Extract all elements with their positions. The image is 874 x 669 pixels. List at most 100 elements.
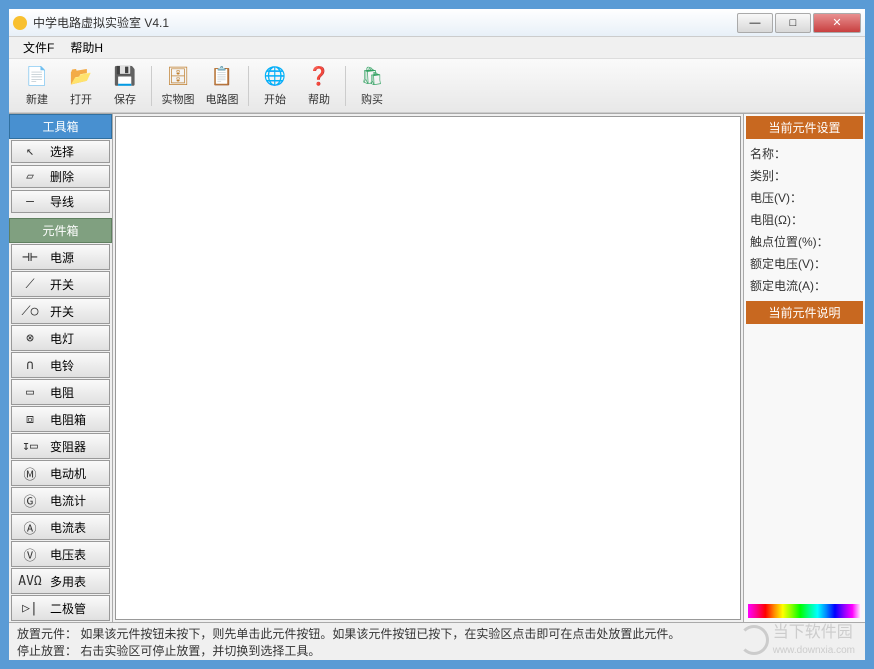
- buy-button[interactable]: 🛍 购买: [350, 62, 394, 110]
- right-panel: 当前元件设置 名称： 类别： 电压(V)： 电阻(Ω)： 触点位置(%)： 额定…: [743, 114, 865, 622]
- left-panel: 工具箱 ↖ 选择 ▱ 删除 — 导线 元件箱 ⊣⊢电源⟋开关⟋○开关⊗电灯∩电铃…: [9, 114, 113, 622]
- desc-body: [746, 328, 863, 602]
- prop-name: 名称：: [746, 143, 863, 165]
- part-symbol-icon: ↧▭: [12, 439, 48, 454]
- part-label: 电阻箱: [48, 411, 109, 428]
- new-button[interactable]: 📄 新建: [15, 62, 59, 110]
- part-label: 电流计: [48, 492, 109, 509]
- open-button[interactable]: 📂 打开: [59, 62, 103, 110]
- line-icon: —: [12, 194, 48, 209]
- parts-header: 元件箱: [9, 218, 112, 243]
- part-电流计[interactable]: Ⓖ电流计: [11, 487, 110, 513]
- app-window: 中学电路虚拟实验室 V4.1 — □ ✕ 文件F 帮助H 📄 新建 📂 打开 💾…: [8, 8, 866, 661]
- part-label: 开关: [48, 276, 109, 293]
- save-disk-icon: 💾: [113, 65, 137, 89]
- status-line-1: 放置元件： 如果该元件按钮未按下，则先单击此元件按钮。如果该元件按钮已按下，在实…: [17, 626, 857, 643]
- eraser-icon: ▱: [12, 169, 48, 184]
- part-开关[interactable]: ⟋○开关: [11, 298, 110, 324]
- select-tool[interactable]: ↖ 选择: [11, 140, 110, 163]
- canvas-workspace[interactable]: [115, 116, 741, 620]
- part-label: 电铃: [48, 357, 109, 374]
- part-电动机[interactable]: Ⓜ电动机: [11, 460, 110, 486]
- part-label: 电灯: [48, 330, 109, 347]
- part-电阻箱[interactable]: ⧈电阻箱: [11, 406, 110, 432]
- wire-tool[interactable]: — 导线: [11, 190, 110, 213]
- diagram-view-button[interactable]: 📋 电路图: [200, 62, 244, 110]
- window-controls: — □ ✕: [737, 13, 861, 33]
- window-title: 中学电路虚拟实验室 V4.1: [33, 14, 737, 31]
- help-icon: ❓: [307, 65, 331, 89]
- part-label: 电动机: [48, 465, 109, 482]
- app-icon: [13, 16, 27, 30]
- status-line-2: 停止放置： 右击实验区可停止放置，并切换到选择工具。: [17, 643, 857, 660]
- part-label: 电流表: [48, 519, 109, 536]
- prop-rated-a: 额定电流(A)：: [746, 275, 863, 297]
- minimize-button[interactable]: —: [737, 13, 773, 33]
- start-button[interactable]: 🌐 开始: [253, 62, 297, 110]
- open-folder-icon: 📂: [69, 65, 93, 89]
- part-电灯[interactable]: ⊗电灯: [11, 325, 110, 351]
- titlebar: 中学电路虚拟实验室 V4.1 — □ ✕: [9, 9, 865, 37]
- part-变阻器[interactable]: ↧▭变阻器: [11, 433, 110, 459]
- cursor-icon: ↖: [12, 144, 48, 159]
- toolbar-separator: [345, 66, 346, 106]
- delete-tool[interactable]: ▱ 删除: [11, 165, 110, 188]
- toolbar-separator: [248, 66, 249, 106]
- part-电压表[interactable]: Ⓥ电压表: [11, 541, 110, 567]
- content-area: 工具箱 ↖ 选择 ▱ 删除 — 导线 元件箱 ⊣⊢电源⟋开关⟋○开关⊗电灯∩电铃…: [9, 113, 865, 622]
- part-symbol-icon: ▭: [12, 385, 48, 400]
- part-label: 电源: [48, 249, 109, 266]
- real-view-button[interactable]: 🗄 实物图: [156, 62, 200, 110]
- settings-header: 当前元件设置: [746, 116, 863, 139]
- maximize-button[interactable]: □: [775, 13, 811, 33]
- prop-rated-v: 额定电压(V)：: [746, 253, 863, 275]
- menu-file[interactable]: 文件F: [15, 37, 62, 58]
- part-symbol-icon: ⟋○: [12, 304, 48, 319]
- part-symbol-icon: Ⓐ: [12, 518, 48, 537]
- part-label: 多用表: [48, 573, 109, 590]
- close-button[interactable]: ✕: [813, 13, 861, 33]
- part-symbol-icon: ⟋: [12, 277, 48, 292]
- part-电阻[interactable]: ▭电阻: [11, 379, 110, 405]
- cart-icon: 🛍: [360, 65, 384, 89]
- part-symbol-icon: ∩: [12, 358, 48, 373]
- globe-icon: 🌐: [263, 65, 287, 89]
- menubar: 文件F 帮助H: [9, 37, 865, 59]
- diagram-icon: 📋: [210, 65, 234, 89]
- part-label: 电压表: [48, 546, 109, 563]
- part-电铃[interactable]: ∩电铃: [11, 352, 110, 378]
- part-label: 二极管: [48, 600, 109, 617]
- part-symbol-icon: AVΩ: [12, 574, 48, 589]
- desc-header: 当前元件说明: [746, 301, 863, 324]
- part-电源[interactable]: ⊣⊢电源: [11, 244, 110, 270]
- part-symbol-icon: ⊗: [12, 331, 48, 346]
- part-symbol-icon: ⊣⊢: [12, 250, 48, 265]
- part-label: 变阻器: [48, 438, 109, 455]
- part-开关[interactable]: ⟋开关: [11, 271, 110, 297]
- statusbar: 放置元件： 如果该元件按钮未按下，则先单击此元件按钮。如果该元件按钮已按下，在实…: [9, 622, 865, 660]
- part-symbol-icon: ⧈: [12, 412, 48, 427]
- toolbar-separator: [151, 66, 152, 106]
- part-symbol-icon: Ⓥ: [12, 545, 48, 564]
- part-label: 电阻: [48, 384, 109, 401]
- part-电流表[interactable]: Ⓐ电流表: [11, 514, 110, 540]
- part-二极管[interactable]: ▷|二极管: [11, 595, 110, 621]
- prop-voltage: 电压(V)：: [746, 187, 863, 209]
- menu-help[interactable]: 帮助H: [62, 37, 111, 58]
- real-view-icon: 🗄: [166, 65, 190, 89]
- part-多用表[interactable]: AVΩ多用表: [11, 568, 110, 594]
- prop-contact: 触点位置(%)：: [746, 231, 863, 253]
- part-symbol-icon: Ⓜ: [12, 464, 48, 483]
- watermark-logo-icon: [739, 625, 769, 655]
- save-button[interactable]: 💾 保存: [103, 62, 147, 110]
- help-button[interactable]: ❓ 帮助: [297, 62, 341, 110]
- prop-type: 类别：: [746, 165, 863, 187]
- prop-resistance: 电阻(Ω)：: [746, 209, 863, 231]
- toolbar: 📄 新建 📂 打开 💾 保存 🗄 实物图 📋 电路图 🌐 开始 ❓ 帮助: [9, 59, 865, 113]
- part-label: 开关: [48, 303, 109, 320]
- new-file-icon: 📄: [25, 65, 49, 89]
- color-spectrum[interactable]: [748, 604, 861, 618]
- toolbox-header: 工具箱: [9, 114, 112, 139]
- parts-list: ⊣⊢电源⟋开关⟋○开关⊗电灯∩电铃▭电阻⧈电阻箱↧▭变阻器Ⓜ电动机Ⓖ电流计Ⓐ电流…: [9, 243, 112, 622]
- part-symbol-icon: ▷|: [12, 601, 48, 616]
